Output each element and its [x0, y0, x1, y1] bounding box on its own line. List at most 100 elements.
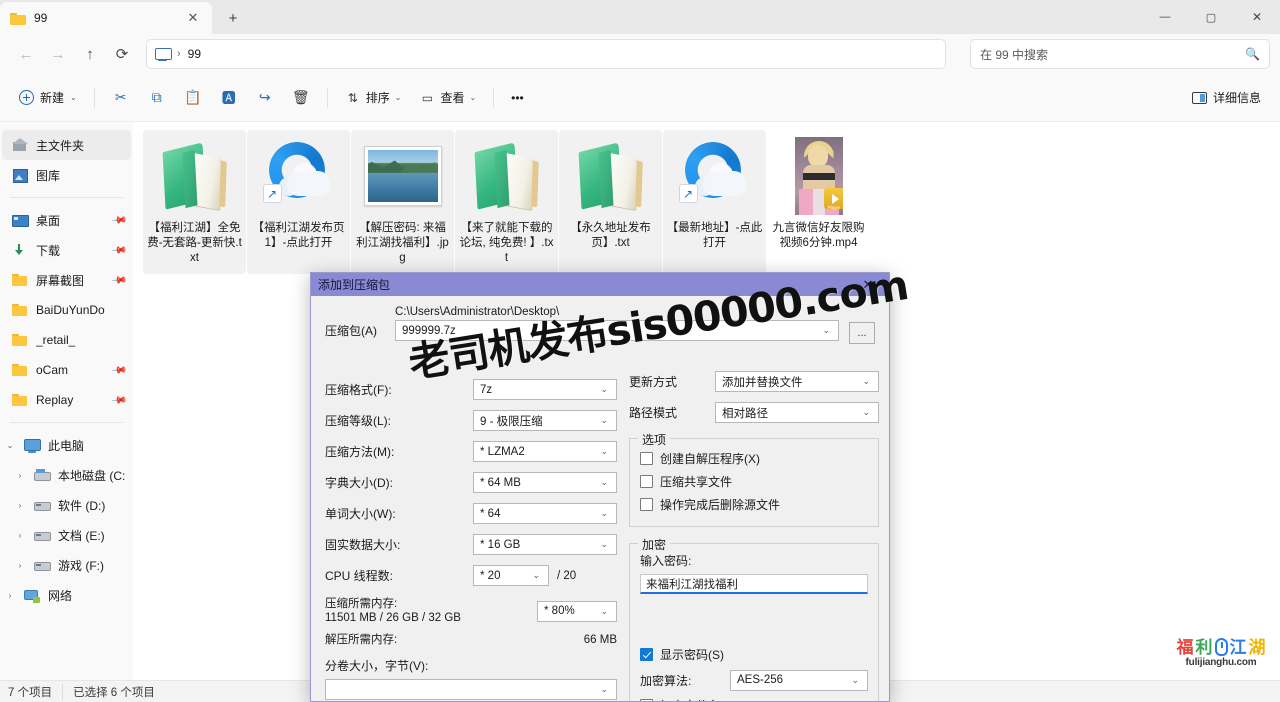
chevron-down-icon[interactable]: ⌄	[594, 606, 614, 617]
back-button[interactable]: ←	[10, 39, 42, 69]
minimize-button[interactable]: —	[1142, 0, 1188, 34]
search-input[interactable]: 在 99 中搜索 🔍	[970, 39, 1270, 69]
address-bar[interactable]: › 99	[146, 39, 946, 69]
chevron-down-icon[interactable]: ⌄	[594, 415, 614, 426]
chevron-right-icon[interactable]: ›	[14, 471, 26, 480]
solid-block-combo[interactable]: * 16 GB ⌄	[473, 534, 617, 555]
algorithm-combo[interactable]: AES-256 ⌄	[730, 670, 868, 691]
file-item[interactable]: ↗ 【最新地址】-点此打开	[663, 130, 766, 274]
sidebar-item-baiduyundownload[interactable]: BaiDuYunDownlo	[2, 295, 131, 325]
password-input[interactable]: 来福利江湖找福利	[640, 574, 868, 594]
close-icon[interactable]: ✕	[847, 273, 889, 296]
sidebar-item-drive-f[interactable]: › 游戏 (F:)	[2, 550, 131, 580]
close-icon[interactable]: ✕	[182, 7, 204, 29]
more-options-button[interactable]: •••	[502, 83, 533, 113]
new-tab-button[interactable]: +	[218, 4, 248, 32]
sort-label: 排序	[366, 89, 390, 106]
view-button[interactable]: ▭ 查看 ⌄	[410, 83, 485, 113]
rename-button[interactable]: 🅰	[211, 83, 247, 113]
new-button[interactable]: 新建 ⌄	[10, 83, 86, 113]
cpu-threads-combo[interactable]: * 20 ⌄	[473, 565, 549, 586]
paste-button[interactable]: 📋	[175, 83, 211, 113]
checkbox-create-sfx[interactable]	[640, 452, 653, 465]
chevron-down-icon[interactable]: ⌄	[856, 376, 876, 387]
close-window-button[interactable]: ✕	[1234, 0, 1280, 34]
sidebar-item-replay[interactable]: Replay 📌	[2, 385, 131, 415]
level-combo[interactable]: 9 - 极限压缩 ⌄	[473, 410, 617, 431]
file-item[interactable]: 【福利江湖】全免费-无套路-更新快.txt	[143, 130, 246, 274]
forward-button[interactable]: →	[42, 39, 74, 69]
delete-button[interactable]: 🗑	[283, 83, 319, 113]
copy-button[interactable]: ⧉	[139, 83, 175, 113]
encrypt-filenames-row[interactable]: 加密文件名(N)	[640, 694, 868, 702]
chevron-right-icon[interactable]: ›	[14, 501, 26, 510]
refresh-button[interactable]: ⟳	[106, 39, 138, 69]
checkbox-compress-shared[interactable]	[640, 475, 653, 488]
sidebar-item-retail[interactable]: _retail_	[2, 325, 131, 355]
sidebar-item-this-pc[interactable]: ⌄ 此电脑	[2, 430, 131, 460]
file-item[interactable]: 【解压密码: 来福利江湖找福利】.jpg	[351, 130, 454, 274]
chevron-right-icon[interactable]: ›	[4, 591, 16, 600]
up-button[interactable]: ↑	[74, 39, 106, 69]
sidebar-item-home[interactable]: 主文件夹	[2, 130, 131, 160]
chevron-down-icon[interactable]: ⌄	[526, 570, 546, 581]
sidebar-item-network[interactable]: › 网络	[2, 580, 131, 610]
format-combo[interactable]: 7z ⌄	[473, 379, 617, 400]
sidebar-item-desktop[interactable]: 桌面 📌	[2, 205, 131, 235]
chevron-down-icon[interactable]: ⌄	[594, 477, 614, 488]
tab-99[interactable]: 99 ✕	[0, 2, 212, 34]
chevron-down-icon[interactable]: ⌄	[845, 675, 865, 686]
show-password-row[interactable]: 显示密码(S)	[640, 643, 868, 666]
option-shared-row[interactable]: 压缩共享文件	[640, 470, 868, 493]
chevron-down-icon[interactable]: ⌄	[594, 446, 614, 457]
chevron-right-icon[interactable]: ›	[14, 561, 26, 570]
file-item[interactable]: Player 九言微信好友限购视频6分钟.mp4	[767, 130, 870, 274]
sidebar-item-label: 桌面	[36, 212, 105, 229]
checkbox-delete-after[interactable]	[640, 498, 653, 511]
sidebar-item-downloads[interactable]: 下载 📌	[2, 235, 131, 265]
password-confirm-input[interactable]	[640, 601, 868, 621]
chevron-down-icon[interactable]: ⌄	[816, 325, 836, 336]
checkbox-show-password[interactable]	[640, 648, 653, 661]
volume-size-combo[interactable]: ⌄	[325, 679, 617, 700]
update-mode-combo[interactable]: 添加并替换文件 ⌄	[715, 371, 879, 392]
sidebar-item-drive-c[interactable]: › 本地磁盘 (C:)	[2, 460, 131, 490]
chevron-down-icon[interactable]: ⌄	[4, 441, 16, 450]
chevron-down-icon: ⌄	[395, 93, 402, 102]
chevron-down-icon[interactable]: ⌄	[594, 384, 614, 395]
sidebar-item-drive-e[interactable]: › 文档 (E:)	[2, 520, 131, 550]
sidebar-item-ocam[interactable]: oCam 📌	[2, 355, 131, 385]
share-button[interactable]: ↪	[247, 83, 283, 113]
chevron-right-icon[interactable]: ›	[14, 531, 26, 540]
download-icon	[12, 243, 28, 258]
dictionary-combo[interactable]: * 64 MB ⌄	[473, 472, 617, 493]
chevron-down-icon[interactable]: ⌄	[856, 407, 876, 418]
maximize-button[interactable]: ▢	[1188, 0, 1234, 34]
file-item[interactable]: ↗ 【福利江湖发布页1】-点此打开	[247, 130, 350, 274]
archive-name-combo[interactable]: 999999.7z ⌄	[395, 320, 839, 341]
file-item[interactable]: 【永久地址发布页】.txt	[559, 130, 662, 274]
breadcrumb[interactable]: 99	[188, 47, 201, 61]
sidebar-item-screenshots[interactable]: 屏幕截图 📌	[2, 265, 131, 295]
browse-button[interactable]: ...	[849, 322, 875, 344]
chevron-down-icon[interactable]: ⌄	[594, 508, 614, 519]
item-count: 7 个项目	[8, 684, 62, 700]
sidebar-item-drive-d[interactable]: › 软件 (D:)	[2, 490, 131, 520]
play-badge-icon: Player	[824, 188, 843, 209]
option-delete-row[interactable]: 操作完成后删除源文件	[640, 493, 868, 516]
file-item[interactable]: 【来了就能下载的论坛, 纯免费! 】.txt	[455, 130, 558, 274]
add-to-archive-dialog[interactable]: 添加到压缩包 ✕ 压缩包(A) C:\Users\Administrator\D…	[310, 272, 890, 702]
navigation-sidebar[interactable]: 主文件夹 图库 桌面 📌 下载 📌 屏幕截图 📌 BaiDuYunDownlo	[0, 122, 133, 680]
path-mode-combo[interactable]: 相对路径 ⌄	[715, 402, 879, 423]
memory-percent-combo[interactable]: * 80% ⌄	[537, 601, 617, 622]
chevron-down-icon[interactable]: ⌄	[594, 684, 614, 695]
cut-button[interactable]: ✂	[103, 83, 139, 113]
word-size-combo[interactable]: * 64 ⌄	[473, 503, 617, 524]
dialog-title-bar[interactable]: 添加到压缩包 ✕	[311, 273, 889, 296]
chevron-down-icon[interactable]: ⌄	[594, 539, 614, 550]
details-pane-button[interactable]: 详细信息	[1183, 83, 1270, 113]
method-combo[interactable]: * LZMA2 ⌄	[473, 441, 617, 462]
sidebar-item-gallery[interactable]: 图库	[2, 160, 131, 190]
sort-button[interactable]: ⇅ 排序 ⌄	[336, 83, 411, 113]
option-sfx-row[interactable]: 创建自解压程序(X)	[640, 447, 868, 470]
